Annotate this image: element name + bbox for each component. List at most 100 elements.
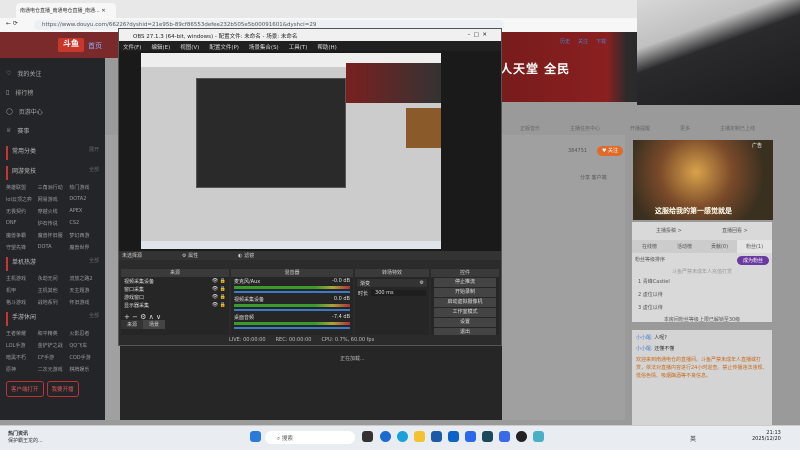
menu-item[interactable]: 文件(F): [123, 43, 141, 51]
eye-app-icon[interactable]: [482, 431, 493, 442]
start-stream-button[interactable]: 我要开播: [46, 381, 79, 397]
app-icon[interactable]: [499, 431, 510, 442]
open-client-button[interactable]: 客户端打开: [6, 381, 44, 397]
obs-preview[interactable]: [119, 51, 501, 251]
start-icon[interactable]: [250, 431, 261, 442]
menu-item[interactable]: 帮助(H): [317, 43, 336, 51]
ime-indicator[interactable]: 英: [690, 434, 696, 443]
category-link[interactable]: 怀旧游戏: [69, 299, 99, 306]
category-link[interactable]: 金铲铲之战: [38, 342, 68, 349]
category-link[interactable]: 永劫无间: [38, 275, 68, 282]
category-link[interactable]: 战地系列: [38, 299, 68, 306]
category-link[interactable]: 棋牌娱乐: [69, 366, 99, 373]
filters-button[interactable]: ◐ 滤镜: [238, 252, 254, 259]
replay-link[interactable]: 直播回看 >: [722, 227, 748, 234]
properties-button[interactable]: ⚙ 属性: [182, 252, 198, 259]
category-link[interactable]: 三角洲行动: [38, 184, 68, 191]
browser-tab[interactable]: 南通电仓直播_南通电仓直播_南通... ✕: [16, 3, 116, 18]
tab-contribution[interactable]: 贡献(0): [702, 240, 737, 253]
category-link[interactable]: 守望先锋: [6, 244, 36, 251]
nav-reminder[interactable]: 开播提醒: [630, 125, 650, 132]
become-fan-button[interactable]: 成为粉丝: [736, 256, 769, 265]
store-icon[interactable]: [431, 431, 442, 442]
source-actions[interactable]: + − ⚙ ∧ ∨: [121, 312, 229, 321]
category-link[interactable]: 天主题游: [69, 287, 99, 294]
category-link[interactable]: 主机其他: [38, 287, 68, 294]
douyu-logo[interactable]: 斗鱼: [58, 38, 84, 52]
visibility-lock-icons[interactable]: 👁 🔒: [212, 294, 226, 300]
category-link[interactable]: 和平精英: [38, 330, 68, 337]
source-item[interactable]: 窗口采集 👁 🔒: [121, 285, 229, 293]
control-button[interactable]: 开始录制: [434, 288, 496, 297]
category-link[interactable]: QQ飞车: [69, 342, 99, 349]
volume-slider[interactable]: [234, 327, 350, 329]
visibility-lock-icons[interactable]: 👁 🔒: [212, 302, 226, 308]
history-button[interactable]: 历史: [560, 38, 570, 45]
taskbar-search[interactable]: ⌕ 搜索: [265, 431, 355, 444]
sidebar-item-webgames[interactable]: ◯ 页游中心: [6, 102, 99, 121]
category-link[interactable]: 格斗游戏: [6, 299, 36, 306]
category-link[interactable]: 王者荣耀: [6, 330, 36, 337]
nav-more[interactable]: 更多: [680, 125, 690, 132]
category-link[interactable]: 炉石传说: [38, 220, 68, 227]
category-link[interactable]: DOTA2: [69, 196, 99, 203]
category-link[interactable]: 原神: [6, 366, 36, 373]
share-button[interactable]: 分享: [580, 175, 590, 181]
visibility-lock-icons[interactable]: 👁 🔒: [212, 278, 226, 284]
all-link[interactable]: 全部: [89, 166, 99, 180]
category-link[interactable]: 魔兽怀旧服: [38, 232, 68, 239]
category-link[interactable]: 英雄联盟: [6, 184, 36, 191]
category-link[interactable]: COD手游: [69, 354, 99, 361]
home-link[interactable]: 首页: [88, 41, 102, 51]
category-link[interactable]: 网易游戏: [38, 196, 68, 203]
tab-fans[interactable]: 粉丝(1): [737, 240, 772, 253]
category-link[interactable]: 热门游戏: [69, 184, 99, 191]
tab-online[interactable]: 在线榜: [632, 240, 667, 253]
menu-item[interactable]: 工具(T): [289, 43, 308, 51]
news-widget[interactable]: 热门资讯 保护霸王龙的...: [8, 430, 43, 444]
control-button[interactable]: 工作室模式: [434, 308, 496, 317]
anchor-submit-link[interactable]: 主播投稿 >: [656, 227, 682, 234]
app-icon[interactable]: [380, 431, 391, 442]
visibility-lock-icons[interactable]: 👁 🔒: [212, 286, 226, 292]
tab-activity[interactable]: 活动榜: [667, 240, 702, 253]
notepad-icon[interactable]: [533, 431, 544, 442]
task-view-icon[interactable]: [362, 431, 373, 442]
source-item[interactable]: 视频采集设备 👁 🔒: [121, 277, 229, 285]
category-link[interactable]: 主机游戏: [6, 275, 36, 282]
obs-icon[interactable]: [516, 431, 527, 442]
folder-icon[interactable]: [414, 431, 425, 442]
follow-list-button[interactable]: 关注: [578, 38, 588, 45]
source-item[interactable]: 游戏窗口 👁 🔒: [121, 293, 229, 301]
menu-item[interactable]: 场景集合(S): [249, 43, 279, 51]
menu-item[interactable]: 配置文件(P): [209, 43, 239, 51]
expand-link[interactable]: 展开: [89, 146, 99, 160]
category-link[interactable]: 火影忍者: [69, 330, 99, 337]
sidebar-item-events[interactable]: ♕ 赛事: [6, 121, 99, 140]
category-link[interactable]: CS2: [69, 220, 99, 227]
category-link[interactable]: 流放之路2: [69, 275, 99, 282]
category-link[interactable]: 魔兽争霸: [6, 232, 36, 239]
tab-scenes[interactable]: 场景: [143, 320, 166, 329]
k-app-icon[interactable]: [465, 431, 476, 442]
client-button[interactable]: 客户端: [592, 175, 607, 181]
category-link[interactable]: 梦幻西游: [69, 232, 99, 239]
category-link[interactable]: lol云顶之弈: [6, 196, 36, 203]
duration-input[interactable]: 300 ms: [371, 290, 426, 296]
window-controls[interactable]: – □ ✕: [467, 32, 487, 38]
follow-button[interactable]: ♥ 关注: [597, 146, 623, 156]
nav-custom[interactable]: 主播定制已上线: [720, 125, 755, 132]
download-button[interactable]: 下载: [596, 38, 606, 45]
category-link[interactable]: LOL手游: [6, 342, 36, 349]
category-link[interactable]: 穿越火线: [38, 208, 68, 215]
sidebar-item-follow[interactable]: ♡ 我的关注: [6, 64, 99, 83]
volume-slider[interactable]: [234, 291, 350, 293]
category-link[interactable]: 二次元游戏: [38, 366, 68, 373]
category-link[interactable]: 无畏契约: [6, 208, 36, 215]
category-link[interactable]: APEX: [69, 208, 99, 215]
sidebar-item-rank[interactable]: ▯ 排行榜: [6, 83, 99, 102]
category-link[interactable]: DNF: [6, 220, 36, 227]
all-link[interactable]: 全部: [89, 257, 99, 271]
outlook-icon[interactable]: [448, 431, 459, 442]
tab-sources[interactable]: 来源: [121, 320, 144, 329]
